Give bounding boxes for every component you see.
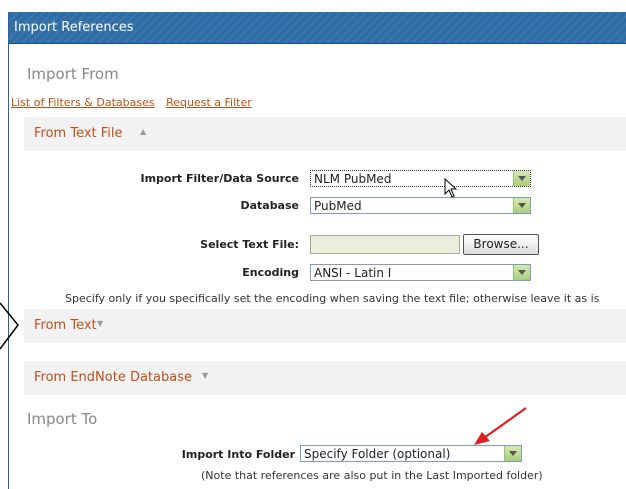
database-label: Database	[240, 199, 299, 212]
select-text-file-label: Select Text File:	[200, 238, 299, 251]
import-from-links: List of Filters & Databases Request a Fi…	[11, 96, 260, 109]
import-filter-value: NLM PubMed	[314, 172, 392, 186]
import-into-folder-label: Import Into Folder	[181, 448, 295, 461]
import-references-panel: Import References Import From List of Fi…	[8, 12, 626, 489]
from-endnote-database-label: From EndNote Database	[34, 370, 192, 385]
from-text-file-expander[interactable]: From Text File ▲	[24, 117, 626, 151]
from-text-label: From Text	[34, 318, 97, 333]
callout-pointer-icon	[0, 302, 19, 350]
import-to-heading: Import To	[27, 410, 98, 428]
encoding-value: ANSI - Latin I	[314, 266, 392, 280]
chevron-down-icon[interactable]	[504, 446, 521, 461]
import-from-heading: Import From	[27, 65, 119, 83]
encoding-note: Specify only if you specifically set the…	[65, 292, 600, 305]
folder-select[interactable]: Specify Folder (optional)	[300, 445, 522, 462]
from-endnote-database-expander[interactable]: From EndNote Database ▼	[24, 361, 626, 395]
import-filter-select[interactable]: NLM PubMed	[310, 170, 531, 187]
chevron-down-icon: ▼	[97, 319, 104, 328]
window-title: Import References	[14, 20, 134, 35]
chevron-down-icon[interactable]	[513, 198, 530, 213]
import-filter-label: Import Filter/Data Source	[140, 172, 300, 185]
database-value: PubMed	[314, 199, 362, 213]
chevron-down-icon: ▼	[202, 371, 209, 380]
mouse-cursor-icon	[444, 178, 458, 198]
encoding-label: Encoding	[242, 266, 299, 279]
from-text-expander[interactable]: From Text ▼	[24, 309, 626, 343]
database-select[interactable]: PubMed	[310, 197, 531, 214]
chevron-up-icon: ▲	[140, 127, 147, 136]
browse-button[interactable]: Browse...	[463, 234, 539, 255]
encoding-select[interactable]: ANSI - Latin I	[310, 264, 531, 281]
from-text-file-label: From Text File	[34, 126, 123, 141]
chevron-down-icon[interactable]	[513, 265, 530, 280]
request-filter-link[interactable]: Request a Filter	[166, 96, 252, 109]
chevron-down-icon[interactable]	[513, 171, 530, 186]
filters-databases-link[interactable]: List of Filters & Databases	[11, 96, 155, 109]
file-path-input[interactable]	[310, 235, 460, 254]
import-to-note: (Note that references are also put in th…	[201, 469, 543, 482]
title-bar: Import References	[9, 12, 626, 44]
folder-value: Specify Folder (optional)	[304, 447, 451, 461]
annotation-arrow-icon	[474, 407, 527, 445]
